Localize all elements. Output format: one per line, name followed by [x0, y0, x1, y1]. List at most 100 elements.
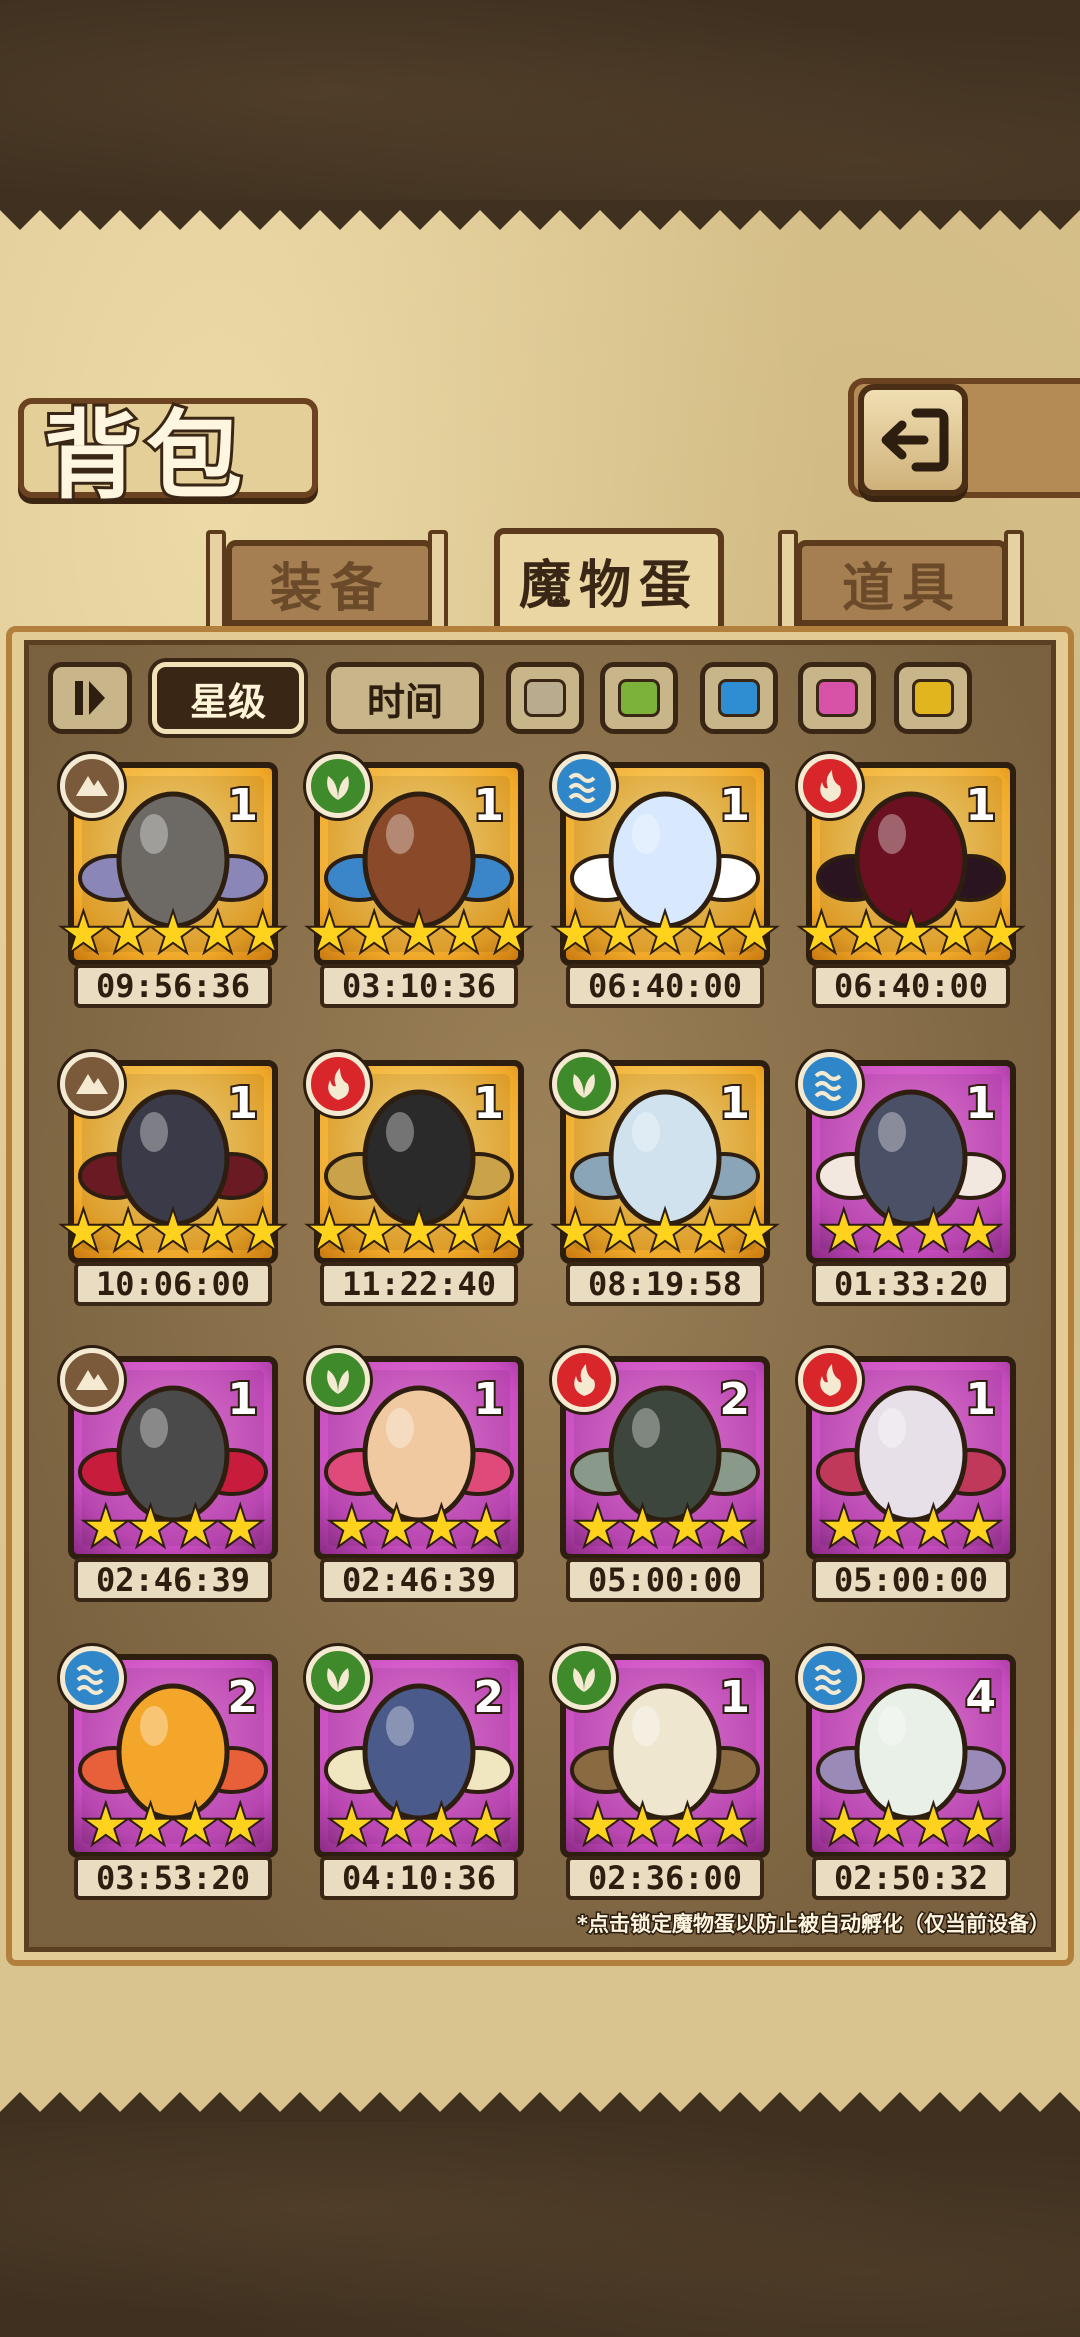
egg-card[interactable]: 1 ★ ★ ★ ★ 01:33:20: [798, 1052, 1016, 1306]
star-icon: ★: [663, 1498, 712, 1556]
map-background-bottom: [0, 2120, 1080, 2337]
return-arrow-icon: [881, 408, 949, 472]
back-button[interactable]: [858, 384, 968, 496]
egg-count: 1: [225, 778, 260, 833]
star-icon: ★: [596, 904, 645, 962]
sort-order-button[interactable]: [48, 662, 132, 734]
star-icon: ★: [573, 1498, 622, 1556]
star-rating: ★ ★ ★ ★: [560, 1796, 770, 1854]
star-icon: ★: [551, 904, 600, 962]
hatch-timer: 08:19:58: [566, 1262, 764, 1306]
star-icon: ★: [708, 1498, 757, 1556]
egg-card[interactable]: 1 ★ ★ ★ ★ ★ 03:10:36: [305, 754, 533, 1008]
egg-card[interactable]: 1 ★ ★ ★ ★ ★ 09:56:36: [59, 754, 287, 1008]
egg-card[interactable]: 1 ★ ★ ★ ★ 02:46:39: [306, 1348, 524, 1602]
color-filter-button[interactable]: [506, 662, 584, 734]
star-rating: ★ ★ ★ ★ ★: [59, 904, 287, 962]
star-icon: ★: [439, 1202, 488, 1260]
star-icon: ★: [484, 1202, 533, 1260]
star-icon: ★: [171, 1498, 220, 1556]
egg-count: 4: [963, 1670, 998, 1725]
egg-count: 1: [963, 778, 998, 833]
egg-card[interactable]: 1 ★ ★ ★ ★ 02:46:39: [60, 1348, 278, 1602]
torn-edge-top: [0, 200, 1080, 230]
star-icon: ★: [193, 904, 242, 962]
egg-card[interactable]: 1 ★ ★ ★ ★ ★ 11:22:40: [305, 1052, 533, 1306]
hatch-timer: 11:22:40: [320, 1262, 518, 1306]
color-swatch: [816, 679, 858, 717]
egg-count: 1: [717, 1076, 752, 1131]
star-icon: ★: [149, 1202, 198, 1260]
hatch-timer: 03:53:20: [74, 1856, 272, 1900]
tab-equipment[interactable]: 装备: [226, 540, 434, 626]
egg-card[interactable]: 1 ★ ★ ★ ★ 05:00:00: [798, 1348, 1016, 1602]
star-icon: ★: [149, 904, 198, 962]
egg-count: 2: [225, 1670, 260, 1725]
star-icon: ★: [819, 1498, 868, 1556]
star-icon: ★: [395, 1202, 444, 1260]
star-icon: ★: [864, 1498, 913, 1556]
egg-card[interactable]: 4 ★ ★ ★ ★ 02:50:32: [798, 1646, 1016, 1900]
star-icon: ★: [819, 1796, 868, 1854]
sort-by-stars-button[interactable]: 星级: [152, 662, 304, 734]
water-element-icon: [798, 1052, 862, 1116]
star-icon: ★: [663, 1796, 712, 1854]
star-icon: ★: [126, 1796, 175, 1854]
grass-element-icon: [306, 1646, 370, 1710]
egg-card[interactable]: 1 ★ ★ ★ ★ ★ 10:06:00: [59, 1052, 287, 1306]
star-icon: ★: [618, 1498, 667, 1556]
star-rating: ★ ★ ★ ★: [68, 1498, 278, 1556]
star-icon: ★: [730, 904, 779, 962]
torn-edge-bottom: [0, 2092, 1080, 2122]
star-icon: ★: [931, 904, 980, 962]
star-icon: ★: [864, 1202, 913, 1260]
water-element-icon: [552, 754, 616, 818]
tab-post: [428, 530, 448, 630]
star-icon: ★: [81, 1796, 130, 1854]
star-rating: ★ ★ ★ ★ ★: [59, 1202, 287, 1260]
star-icon: ★: [887, 904, 936, 962]
egg-card[interactable]: 1 ★ ★ ★ ★ ★ 06:40:00: [551, 754, 779, 1008]
egg-card[interactable]: 1 ★ ★ ★ ★ ★ 06:40:00: [797, 754, 1025, 1008]
egg-card[interactable]: 1 ★ ★ ★ ★ 02:36:00: [552, 1646, 770, 1900]
color-filter-button[interactable]: [700, 662, 778, 734]
egg-card[interactable]: 2 ★ ★ ★ ★ 04:10:36: [306, 1646, 524, 1900]
star-icon: ★: [350, 904, 399, 962]
egg-count: 2: [717, 1372, 752, 1427]
egg-card[interactable]: 2 ★ ★ ★ ★ 03:53:20: [60, 1646, 278, 1900]
egg-card[interactable]: 1 ★ ★ ★ ★ ★ 08:19:58: [551, 1052, 779, 1306]
star-icon: ★: [909, 1202, 958, 1260]
egg-card[interactable]: 2 ★ ★ ★ ★ 05:00:00: [552, 1348, 770, 1602]
star-rating: ★ ★ ★ ★: [314, 1796, 524, 1854]
star-icon: ★: [327, 1796, 376, 1854]
star-icon: ★: [641, 904, 690, 962]
star-icon: ★: [238, 1202, 287, 1260]
color-filter-button[interactable]: [798, 662, 876, 734]
star-rating: ★ ★ ★ ★ ★: [551, 904, 779, 962]
star-icon: ★: [439, 904, 488, 962]
grass-element-icon: [552, 1052, 616, 1116]
color-filter-button[interactable]: [894, 662, 972, 734]
hatch-timer: 06:40:00: [566, 964, 764, 1008]
earth-element-icon: [60, 1348, 124, 1412]
sort-by-time-button[interactable]: 时间: [326, 662, 484, 734]
tab-monster-eggs[interactable]: 魔物蛋: [494, 528, 724, 632]
hatch-timer: 03:10:36: [320, 964, 518, 1008]
color-filter-button[interactable]: [600, 662, 678, 734]
egg-count: 2: [471, 1670, 506, 1725]
star-icon: ★: [685, 1202, 734, 1260]
color-swatch: [718, 679, 760, 717]
earth-element-icon: [60, 1052, 124, 1116]
hatch-timer: 02:50:32: [812, 1856, 1010, 1900]
star-icon: ★: [305, 904, 354, 962]
star-icon: ★: [462, 1498, 511, 1556]
tab-items[interactable]: 道具: [796, 540, 1008, 626]
hatch-timer: 02:36:00: [566, 1856, 764, 1900]
star-icon: ★: [797, 904, 846, 962]
hatch-timer: 05:00:00: [566, 1558, 764, 1602]
color-swatch: [912, 679, 954, 717]
hatch-timer: 01:33:20: [812, 1262, 1010, 1306]
hatch-timer: 06:40:00: [812, 964, 1010, 1008]
star-icon: ★: [126, 1498, 175, 1556]
egg-count: 1: [963, 1372, 998, 1427]
